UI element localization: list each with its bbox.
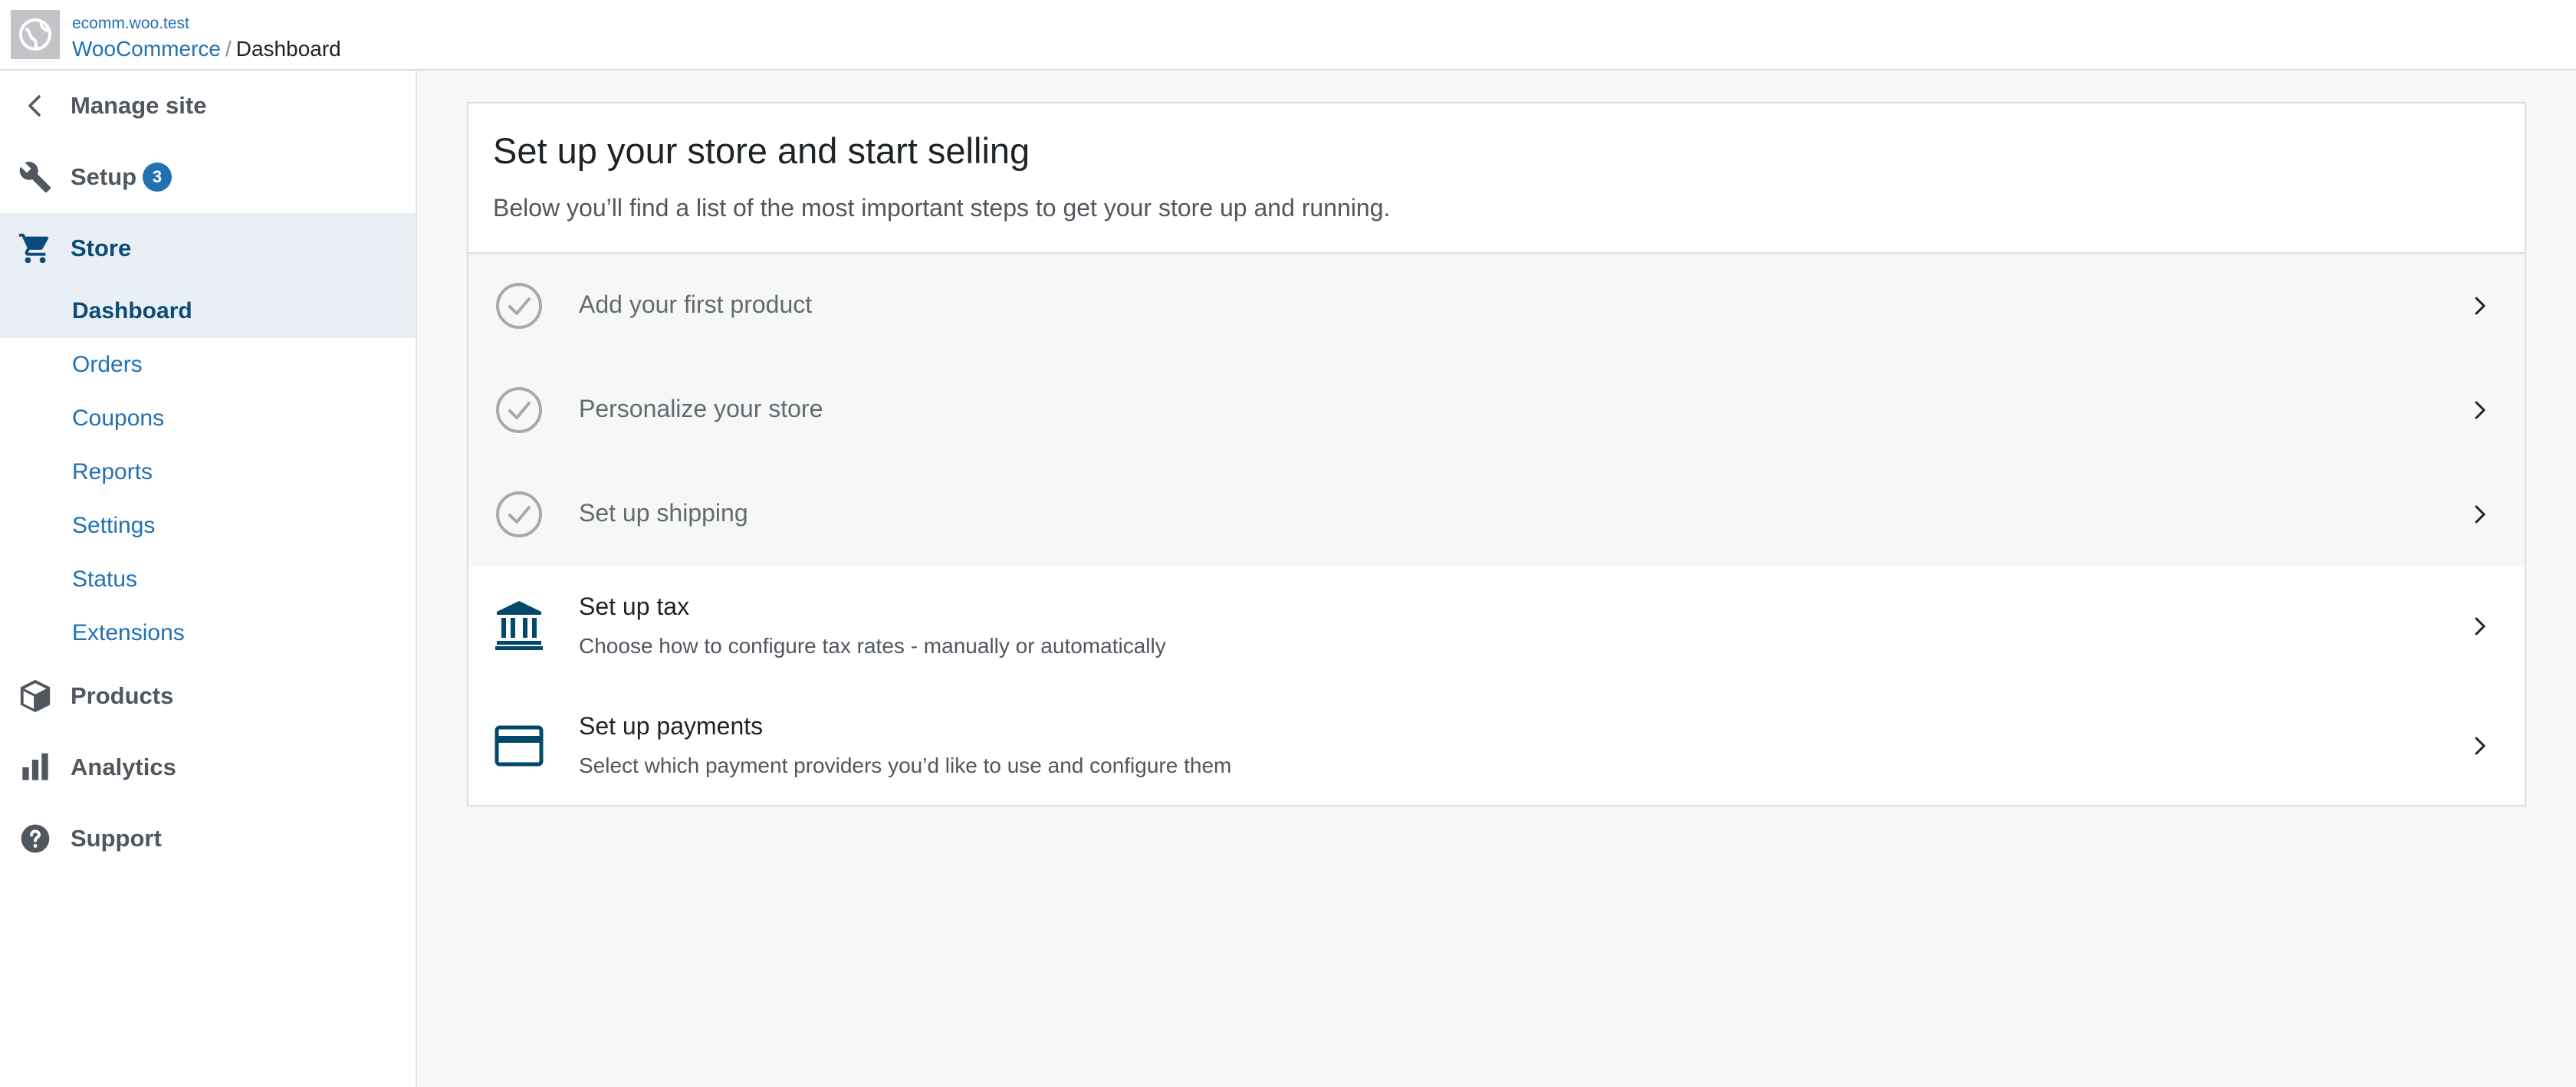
- task-title: Set up payments: [579, 712, 764, 740]
- check-circle-icon: [495, 386, 544, 435]
- sidebar-item-label: Support: [71, 825, 162, 852]
- sidebar-item-label: Setup: [71, 163, 137, 190]
- credit-card-icon: [495, 721, 544, 770]
- chevron-right-icon: [2468, 294, 2492, 318]
- help-icon: [17, 820, 54, 857]
- chevron-left-icon: [17, 87, 54, 124]
- sidebar-item-store[interactable]: Store: [0, 213, 417, 284]
- task-subtitle: Select which payment providers you’d lik…: [579, 754, 1232, 777]
- wrench-icon: [17, 159, 54, 195]
- bar-chart-icon: [17, 749, 54, 786]
- sidebar-item-support[interactable]: Support: [0, 803, 417, 874]
- check-circle-icon: [495, 490, 544, 539]
- chevron-right-icon: [2468, 614, 2492, 639]
- page-title: Set up your store and start selling: [493, 130, 1030, 171]
- sidebar-item-manage-site[interactable]: Manage site: [0, 71, 417, 141]
- task-set-up-payments[interactable]: Set up payments Select which payment pro…: [468, 686, 2525, 805]
- breadcrumb-current: Dashboard: [235, 37, 341, 61]
- task-title: Add your first product: [579, 291, 813, 318]
- breadcrumb-separator: /: [225, 37, 232, 61]
- sidebar-subitem-extensions[interactable]: Extensions: [72, 618, 185, 649]
- task-add-first-product[interactable]: Add your first product: [468, 254, 2525, 358]
- sidebar-subitem-reports[interactable]: Reports: [72, 457, 153, 488]
- sidebar-item-label: Products: [71, 682, 174, 709]
- setup-count-badge: 3: [143, 163, 172, 192]
- sidebar-subitem-settings[interactable]: Settings: [72, 511, 155, 541]
- globe-icon: [19, 18, 51, 51]
- breadcrumb-woocommerce-link[interactable]: WooCommerce: [72, 37, 221, 61]
- sidebar-item-label: Store: [71, 235, 132, 261]
- task-personalize-store[interactable]: Personalize your store: [468, 358, 2525, 462]
- sidebar-subitem-status[interactable]: Status: [72, 564, 137, 595]
- setup-checklist-card: Set up your store and start selling Belo…: [467, 102, 2526, 806]
- masterbar: ecomm.woo.test WooCommerce / Dashboard: [0, 0, 2576, 71]
- check-circle-icon: [495, 281, 544, 330]
- sidebar-item-setup[interactable]: Setup 3: [0, 142, 417, 212]
- site-meta: ecomm.woo.test WooCommerce / Dashboard: [72, 14, 341, 63]
- sidebar-subitem-coupons[interactable]: Coupons: [72, 403, 164, 434]
- task-title: Personalize your store: [579, 395, 823, 422]
- cart-icon: [17, 230, 54, 267]
- chevron-right-icon: [2468, 734, 2492, 758]
- breadcrumb: WooCommerce / Dashboard: [72, 35, 341, 63]
- task-set-up-tax[interactable]: Set up tax Choose how to configure tax r…: [468, 566, 2525, 686]
- sidebar: Manage site Setup 3 Store Dashboard Orde…: [0, 71, 417, 1087]
- site-domain[interactable]: ecomm.woo.test: [72, 14, 341, 34]
- site-icon[interactable]: [11, 10, 60, 59]
- sidebar-item-label: Analytics: [71, 754, 176, 780]
- sidebar-subitem-orders[interactable]: Orders: [72, 350, 143, 380]
- sidebar-item-analytics[interactable]: Analytics: [0, 732, 417, 803]
- bank-icon: [495, 600, 544, 650]
- sidebar-subitem-dashboard[interactable]: Dashboard: [72, 296, 192, 327]
- sidebar-item-label: Manage site: [71, 92, 207, 119]
- card-header: Set up your store and start selling Belo…: [468, 103, 2525, 254]
- box-icon: [17, 678, 54, 714]
- sidebar-item-products[interactable]: Products: [0, 661, 417, 731]
- chevron-right-icon: [2468, 398, 2492, 422]
- task-title: Set up shipping: [579, 499, 748, 527]
- task-title: Set up tax: [579, 593, 690, 620]
- task-set-up-shipping[interactable]: Set up shipping: [468, 462, 2525, 566]
- chevron-right-icon: [2468, 502, 2492, 527]
- task-subtitle: Choose how to configure tax rates - manu…: [579, 634, 1166, 658]
- card-description: Below you’ll find a list of the most imp…: [493, 194, 1391, 222]
